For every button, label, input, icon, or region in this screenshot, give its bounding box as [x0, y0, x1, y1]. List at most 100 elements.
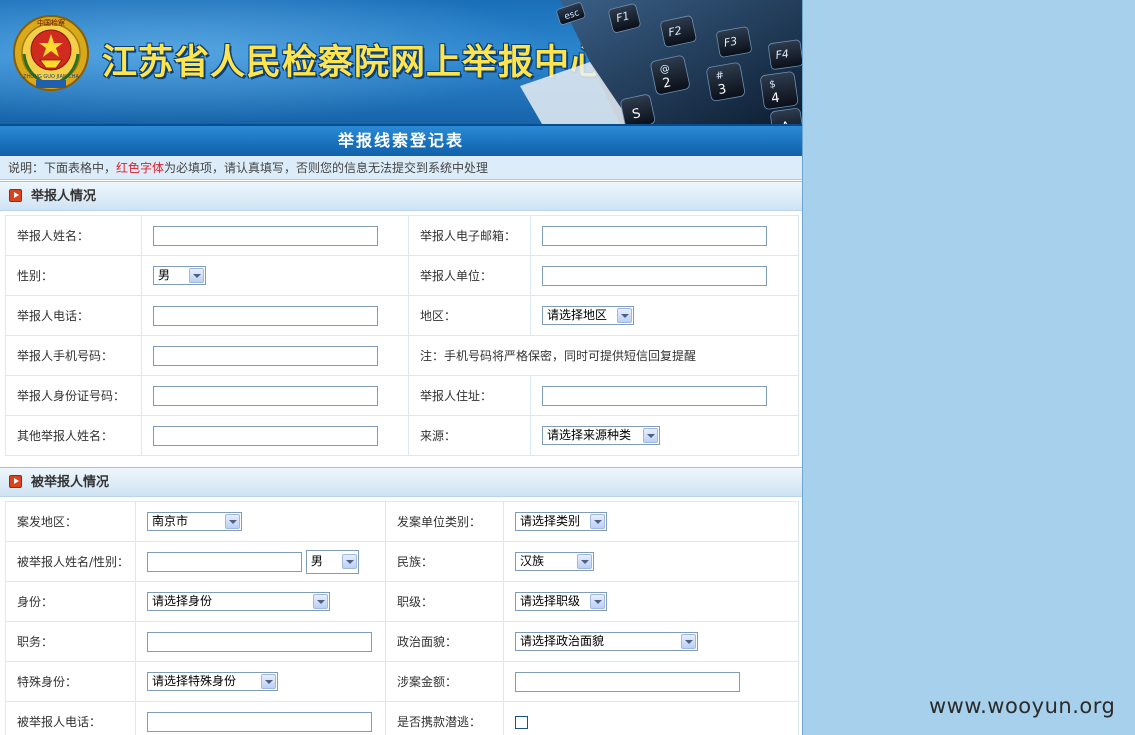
report-form-page: 中国检察 ZHONG GUO JIAN CHA 江苏省人民检察院网上举报中心 e…	[0, 0, 803, 735]
ethnicity-value: 汉族	[520, 554, 545, 568]
notice-prefix: 说明：下面表格中，	[8, 161, 117, 175]
reporter-address-label: 举报人住址：	[408, 375, 531, 416]
ethnicity-cell: 汉族	[503, 541, 799, 582]
section-arrow-icon	[9, 475, 22, 488]
unit-type-label: 发案单位类别：	[385, 501, 504, 542]
chevron-down-icon	[681, 634, 696, 649]
reporter-email-label: 举报人电子邮箱：	[408, 215, 531, 256]
chevron-down-icon	[261, 674, 276, 689]
amount-label: 涉案金额：	[385, 661, 504, 702]
fled-cell	[503, 701, 799, 735]
reporter-phone-input[interactable]	[153, 305, 378, 326]
other-reporters-label: 其他举报人姓名：	[5, 415, 142, 456]
reporter-region-cell: 请选择地区	[530, 295, 799, 336]
reporter-table: 举报人姓名： 举报人电子邮箱： 性别： 男 举报人单位： 举报人电话： 地区： …	[5, 215, 799, 456]
accused-phone-input[interactable]	[147, 711, 372, 732]
amount-input[interactable]	[515, 671, 740, 692]
reporter-mobile-note: 注：手机号码将严格保密，同时可提供短信回复提醒	[408, 335, 799, 376]
case-region-cell: 南京市	[135, 501, 386, 542]
reporter-id-input[interactable]	[153, 385, 378, 406]
reporter-section-header: 举报人情况	[0, 181, 802, 211]
table-row: 举报人手机号码： 注：手机号码将严格保密，同时可提供短信回复提醒	[5, 335, 799, 376]
political-select[interactable]: 请选择政治面貌	[515, 632, 698, 651]
reporter-name-input[interactable]	[153, 225, 378, 246]
chevron-down-icon	[590, 594, 605, 609]
reporter-name-cell	[141, 215, 409, 256]
chevron-down-icon	[617, 308, 632, 323]
table-row: 举报人身份证号码： 举报人住址：	[5, 375, 799, 416]
ethnicity-label: 民族：	[385, 541, 504, 582]
fled-checkbox[interactable]	[515, 715, 528, 729]
table-row: 案发地区： 南京市 发案单位类别： 请选择类别	[5, 501, 799, 542]
accused-section-title: 被举报人情况	[31, 475, 110, 490]
identity-select[interactable]: 请选择身份	[147, 592, 330, 611]
table-row: 性别： 男 举报人单位：	[5, 255, 799, 296]
reporter-phone-cell	[141, 295, 409, 336]
case-region-value: 南京市	[152, 514, 189, 528]
section-arrow-icon	[9, 189, 22, 202]
table-row: 举报人电话： 地区： 请选择地区	[5, 295, 799, 336]
reporter-region-label: 地区：	[408, 295, 531, 336]
source-label: 来源：	[408, 415, 531, 456]
chevron-down-icon	[643, 428, 658, 443]
case-region-select[interactable]: 南京市	[147, 512, 242, 531]
identity-value: 请选择身份	[152, 594, 213, 608]
position-cell	[135, 621, 386, 662]
chevron-down-icon	[189, 268, 204, 283]
key-f3-label: F3	[723, 35, 738, 50]
reporter-address-input[interactable]	[542, 385, 767, 406]
accused-name-input[interactable]	[147, 551, 302, 572]
accused-section-header: 被举报人情况	[0, 467, 802, 497]
form-title: 举报线索登记表	[0, 124, 802, 157]
position-label: 职务：	[5, 621, 136, 662]
source-select[interactable]: 请选择来源种类	[542, 426, 660, 445]
accused-gender-value: 男	[310, 553, 323, 568]
political-cell: 请选择政治面貌	[503, 621, 799, 662]
reporter-employer-cell	[530, 255, 799, 296]
reporter-gender-cell: 男	[141, 255, 409, 296]
accused-gender-select[interactable]: 男	[305, 549, 359, 574]
reporter-region-value: 请选择地区	[547, 308, 608, 322]
rank-select[interactable]: 请选择职级	[515, 592, 607, 611]
reporter-mobile-label: 举报人手机号码：	[5, 335, 142, 376]
reporter-gender-value: 男	[158, 268, 171, 282]
accused-name-gender-cell: 男	[135, 541, 386, 582]
chevron-down-icon	[341, 553, 357, 569]
chevron-down-icon	[577, 554, 592, 569]
political-value: 请选择政治面貌	[520, 634, 605, 648]
watermark-text: www.wooyun.org	[929, 694, 1116, 718]
emblem-text-top: 中国检察	[37, 18, 65, 27]
reporter-phone-label: 举报人电话：	[5, 295, 142, 336]
reporter-region-select[interactable]: 请选择地区	[542, 306, 634, 325]
reporter-gender-label: 性别：	[5, 255, 142, 296]
key-f2-label: F2	[667, 24, 683, 39]
reporter-id-cell	[141, 375, 409, 416]
political-label: 政治面貌：	[385, 621, 504, 662]
reporter-address-cell	[530, 375, 799, 416]
chevron-down-icon	[590, 514, 605, 529]
chevron-down-icon	[225, 514, 240, 529]
table-row: 被举报人电话： 是否携款潜逃：	[5, 701, 799, 735]
identity-cell: 请选择身份	[135, 581, 386, 622]
header-banner: 中国检察 ZHONG GUO JIAN CHA 江苏省人民检察院网上举报中心 e…	[0, 0, 802, 124]
fled-label: 是否携款潜逃：	[385, 701, 504, 735]
other-reporters-input[interactable]	[153, 425, 378, 446]
case-region-label: 案发地区：	[5, 501, 136, 542]
unit-type-select[interactable]: 请选择类别	[515, 512, 607, 531]
reporter-gender-select[interactable]: 男	[153, 266, 206, 285]
reporter-mobile-input[interactable]	[153, 345, 378, 366]
reporter-id-label: 举报人身份证号码：	[5, 375, 142, 416]
ethnicity-select[interactable]: 汉族	[515, 552, 594, 571]
accused-name-gender-label: 被举报人姓名/性别：	[5, 541, 136, 582]
source-cell: 请选择来源种类	[530, 415, 799, 456]
rank-cell: 请选择职级	[503, 581, 799, 622]
chevron-down-icon	[313, 594, 328, 609]
procuratorate-emblem-icon: 中国检察 ZHONG GUO JIAN CHA	[13, 15, 89, 91]
position-input[interactable]	[147, 631, 372, 652]
unit-type-value: 请选择类别	[520, 514, 581, 528]
accused-phone-cell	[135, 701, 386, 735]
table-row: 身份： 请选择身份 职级： 请选择职级	[5, 581, 799, 622]
reporter-email-input[interactable]	[542, 225, 767, 246]
reporter-employer-input[interactable]	[542, 265, 767, 286]
special-identity-select[interactable]: 请选择特殊身份	[147, 672, 278, 691]
